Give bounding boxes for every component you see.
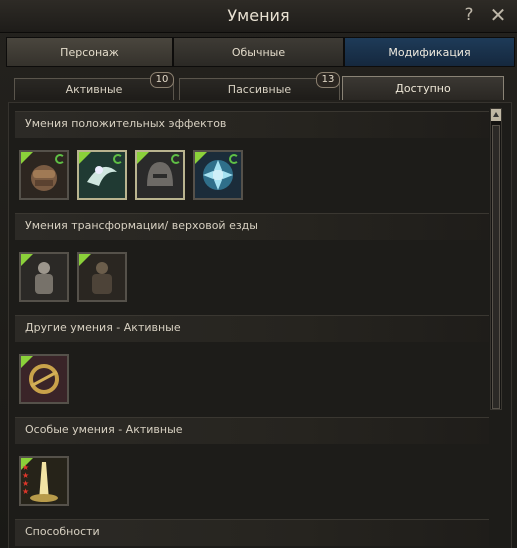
refresh-icon [55,154,65,164]
active-count-badge: 10 [150,72,174,88]
section-header: Особые умения - Активные [15,417,489,444]
helmet-skill-icon[interactable] [135,150,185,200]
skill-icons-row: ★ ★ ★ ★ [15,444,489,520]
available-marker-icon [137,152,149,164]
scroll-up-arrow-icon[interactable] [491,109,501,121]
window-title: Умения [227,6,290,25]
skill-icons-row [15,138,489,214]
main-tabs: Персонаж Обычные Модификация [6,37,515,67]
refresh-icon [113,154,123,164]
section-header: Умения трансформации/ верховой езды [15,213,489,240]
skill-icons-row [15,342,489,418]
available-marker-icon [79,254,91,266]
available-marker-icon [79,152,91,164]
section-special-active-skills: Особые умения - Активные ★ ★ ★ ★ [15,417,489,520]
shield-skill-icon[interactable] [193,150,243,200]
help-button[interactable]: ? [458,4,480,26]
subtab-passive-label: Пассивные [227,83,292,96]
fist-skill-icon[interactable] [19,150,69,200]
gear-skill-icon[interactable] [19,354,69,404]
tab-modification[interactable]: Модификация [344,37,515,67]
subtab-active-label: Активные [65,83,123,96]
section-header: Умения положительных эффектов [15,111,489,138]
subtab-available[interactable]: Доступно [342,76,504,100]
available-marker-icon [195,152,207,164]
close-button[interactable]: ✕ [487,4,509,26]
section-other-active-skills: Другие умения - Активные [15,315,489,418]
section-header: Другие умения - Активные [15,315,489,342]
rank-stars-icon: ★ ★ ★ ★ [22,463,30,496]
scrollbar[interactable] [490,108,502,410]
subtab-active[interactable]: Активные 10 [14,72,174,100]
tab-character[interactable]: Персонаж [6,37,173,67]
warrior-transform-icon[interactable] [77,252,127,302]
scrollbar-thumb[interactable] [492,125,500,409]
knight-transform-icon[interactable] [19,252,69,302]
available-marker-icon [21,254,33,266]
available-marker-icon [21,152,33,164]
available-marker-icon [21,356,33,368]
title-bar: Умения ? ✕ [0,0,517,33]
section-abilities: Способности [15,519,489,546]
tab-regular[interactable]: Обычные [173,37,344,67]
section-header: Способности [15,519,489,546]
subtab-passive[interactable]: Пассивные 13 [179,72,340,100]
sub-tabs: Активные 10 Пассивные 13 Доступно [14,72,504,102]
section-buff-skills: Умения положительных эффектов [15,111,489,214]
section-transform-skills: Умения трансформации/ верховой езды [15,213,489,316]
refresh-icon [229,154,239,164]
skills-window: Умения ? ✕ Персонаж Обычные Модификация … [0,0,517,548]
skills-list-panel: Умения положительных эффектов Умения тра… [8,102,512,548]
skill-icons-row [15,240,489,316]
light-beam-skill-icon[interactable]: ★ ★ ★ ★ [19,456,69,506]
passive-count-badge: 13 [316,72,340,88]
refresh-icon [171,154,181,164]
wind-skill-icon[interactable] [77,150,127,200]
